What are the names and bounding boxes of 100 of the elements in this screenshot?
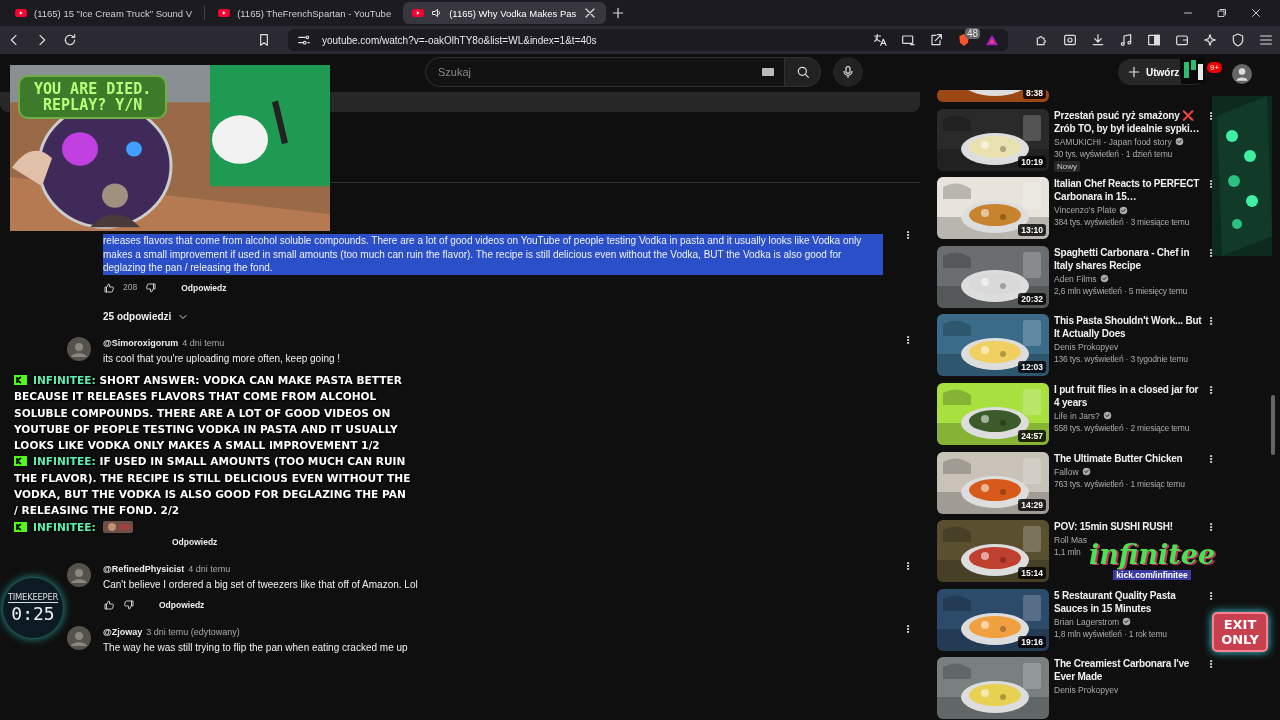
kick-icon [14, 375, 27, 385]
channel-name[interactable]: Denis Prokopyev [1054, 685, 1119, 696]
video-duration: 15:14 [1018, 567, 1046, 580]
exit-sign: EXIT ONLY [1212, 612, 1268, 652]
comment-text: releases flavors that come from alcohol soluble compounds. There are a lot of good videos on YouTube of people testing Vodka in pasta and it usually looks like Vodka only makes a small improvement if used in small amounts (too much can ruin the flavor). The recipe is still delicious even without the Vodka, BUT the Vodka is also good for deglazing the pan / releasing the fond. [103, 234, 883, 275]
video-title[interactable]: Italian Chef Reacts to PERFECT Carbonara in 15… [1054, 177, 1202, 204]
comment-text: Can't believe I ordered a big set of tweezers like that off of Amazon. Lol [103, 578, 419, 592]
video-title[interactable]: Przestań psuć ryż smażony ❌ Zrób TO, by był idealnie sypki… [1054, 108, 1202, 135]
comment-text: The way he was still trying to flip the pan when eating cracked me up [103, 641, 409, 655]
kick-icon [14, 521, 27, 532]
restore-icon[interactable] [1216, 7, 1228, 19]
comment-author[interactable]: @Zjoway [103, 625, 143, 639]
video-duration: 13:10 [1018, 224, 1046, 237]
comment-time[interactable]: 4 dni temu [182, 336, 225, 350]
site-settings-icon[interactable] [296, 32, 312, 48]
comment-time[interactable]: 4 dni temu [188, 562, 231, 576]
browser-tab[interactable]: (1165) TheFrenchSpartan - YouTube [209, 2, 400, 24]
video-meta: 763 tys. wyświetleń · 1 miesiąc temu [1054, 478, 1186, 489]
reply-button[interactable]: Odpowiedz [177, 280, 231, 295]
browser-tab[interactable]: (1165) Why Vodka Makes Pas [403, 2, 607, 24]
voice-search-button[interactable] [833, 57, 863, 87]
share-icon[interactable] [928, 32, 944, 48]
overlay-caption: REPLAY? Y/N [42, 97, 144, 113]
video-meta: 1,8 mln wyświetleń · 1 rok temu [1054, 628, 1168, 639]
plus-icon [1126, 64, 1142, 80]
video-title[interactable]: The Ultimate Butter Chicken [1054, 451, 1202, 465]
channel-name[interactable]: SAMUKICHI - Japan food story [1054, 136, 1172, 147]
shield-count: 48 [964, 28, 980, 39]
video-title[interactable]: POV: 15min SUSHI RUSH! [1054, 520, 1202, 534]
translate-icon[interactable] [872, 32, 888, 48]
reload-icon[interactable] [62, 32, 78, 48]
channel-name[interactable]: Fallow [1054, 466, 1079, 477]
replies-toggle[interactable]: 25 odpowiedzi [103, 310, 190, 323]
video-duration: 8:38 [1023, 90, 1046, 99]
menu-icon[interactable] [1258, 32, 1274, 48]
reply-button[interactable]: Odpowiedz [155, 597, 209, 612]
wallet-icon[interactable] [1174, 32, 1190, 48]
video-meta: 30 tys. wyświetleń · 1 dzień temu [1054, 148, 1174, 159]
comment-author[interactable]: @RefinedPhysicist [103, 562, 185, 576]
avatar[interactable] [1232, 64, 1252, 84]
video-meta: 384 tys. wyświetleń · 3 miesiące temu [1054, 217, 1191, 228]
channel-name[interactable]: Life in Jars? [1054, 410, 1100, 421]
channel-name[interactable]: Brian Lagerstrom [1054, 616, 1120, 627]
kick-icon [14, 456, 27, 467]
chat-message: INFINITEE: IF USED IN SMALL AMOUNTS (TOO MUCH CAN RUIN THE FLAVOR). THE RECIPE IS STILL DELICIOUS EVEN WITHOUT THE VODKA, BUT THE VODKA IS ALSO GOOD FOR DEGLAZING THE PAN / RELEASING THE FOND. 2/2 [14, 454, 412, 519]
channel-name[interactable]: Denis Prokopyev [1054, 342, 1119, 353]
reply-button[interactable]: Odpowiedz [168, 534, 222, 549]
sticker-icon [1180, 58, 1206, 84]
microphone-icon [840, 64, 856, 80]
chat-message: INFINITEE: [14, 518, 412, 535]
channel-name[interactable]: Roll Mas [1054, 535, 1088, 546]
screenshot-icon[interactable] [1062, 32, 1078, 48]
verified-icon [1081, 467, 1091, 477]
channel-name[interactable]: Vincenzo's Plate [1054, 205, 1117, 216]
logo-text: infinitee [1088, 540, 1216, 570]
search-box[interactable]: Szukaj [425, 57, 785, 87]
thumbs-up-icon[interactable] [103, 598, 115, 611]
chat-message: INFINITEE: SHORT ANSWER: VODKA CAN MAKE PASTA BETTER BECAUSE IT RELEASES FLAVORS THAT COME FROM ALCOHOL SOLUBLE COMPOUNDS. THERE ARE A LOT OF GOOD VIDEOS ON YOUTUBE OF PEOPLE TESTING VODKA IN PASTA AND IT USUALLY LOOKS LIKE VODKA ONLY MAKES A SMALL IMPROVEMENT 1/2 [14, 373, 403, 454]
youtube-icon [14, 6, 28, 20]
youtube-icon [411, 6, 426, 20]
close-icon[interactable] [1250, 7, 1262, 19]
search-field[interactable]: Szukaj [436, 65, 740, 79]
new-badge: Nowy [1054, 160, 1080, 172]
verified-icon [1122, 617, 1132, 627]
verified-icon [1119, 205, 1129, 215]
address-bar[interactable]: youtube.com/watch?v=-oakOlhTY8o&list=WL&index=1&t=40s 48 [288, 29, 1008, 51]
search-button[interactable] [785, 57, 821, 87]
video-meta: 1,1 mln [1054, 547, 1082, 558]
sidebar-icon[interactable] [1146, 32, 1162, 48]
music-icon[interactable] [1118, 32, 1134, 48]
timer-label: TIMEKEEPER [7, 592, 59, 603]
cast-icon[interactable] [900, 32, 916, 48]
comment-time[interactable]: 3 dni temu (edytowany) [146, 625, 240, 639]
video-meta: 136 tys. wyświetleń · 3 tygodnie temu [1054, 354, 1189, 365]
channel-name[interactable]: Aden Films [1054, 273, 1097, 284]
overlay-caption: YOU ARE DIED. [34, 81, 152, 97]
comment-author[interactable]: @Simoroxigorum [103, 336, 179, 350]
sparkle-icon[interactable] [1202, 32, 1218, 48]
like-count: 208 [123, 280, 138, 294]
video-title[interactable]: I put fruit flies in a closed jar for 4 years [1054, 382, 1202, 409]
verified-icon [1099, 274, 1109, 284]
video-title[interactable]: The Creamiest Carbonara I've Ever Made [1054, 657, 1202, 684]
timer-time: 0:25 [11, 603, 55, 624]
vpn-shield-icon[interactable] [1230, 32, 1246, 48]
emote-icon [103, 520, 134, 533]
youtube-icon [217, 6, 232, 20]
thumbs-up-icon[interactable] [103, 281, 115, 294]
browser-tab[interactable]: (1165) 15 "Ice Cream Truck" Sound V [6, 2, 201, 24]
comment-text: its cool that you're uploading more often, keep going ! [103, 352, 342, 366]
video-title[interactable]: Spaghetti Carbonara - Chef in Italy shares Recipe [1054, 245, 1202, 272]
video-title[interactable]: This Pasta Shouldn't Work... But It Actually Does [1054, 314, 1202, 341]
notification-badge: 9+ [1207, 62, 1223, 73]
video-duration: 12:03 [1018, 361, 1046, 374]
thumbs-down-icon[interactable] [145, 281, 158, 294]
download-icon[interactable] [1090, 32, 1106, 48]
video-title[interactable]: 5 Restaurant Quality Pasta Sauces in 15 Minutes [1054, 588, 1202, 615]
video-meta: 2,6 mln wyświetleń · 5 miesięcy temu [1054, 285, 1189, 296]
video-meta: 558 tys. wyświetleń · 2 miesiące temu [1054, 422, 1191, 433]
verified-icon [1102, 411, 1112, 421]
thumbs-down-icon[interactable] [123, 598, 135, 611]
